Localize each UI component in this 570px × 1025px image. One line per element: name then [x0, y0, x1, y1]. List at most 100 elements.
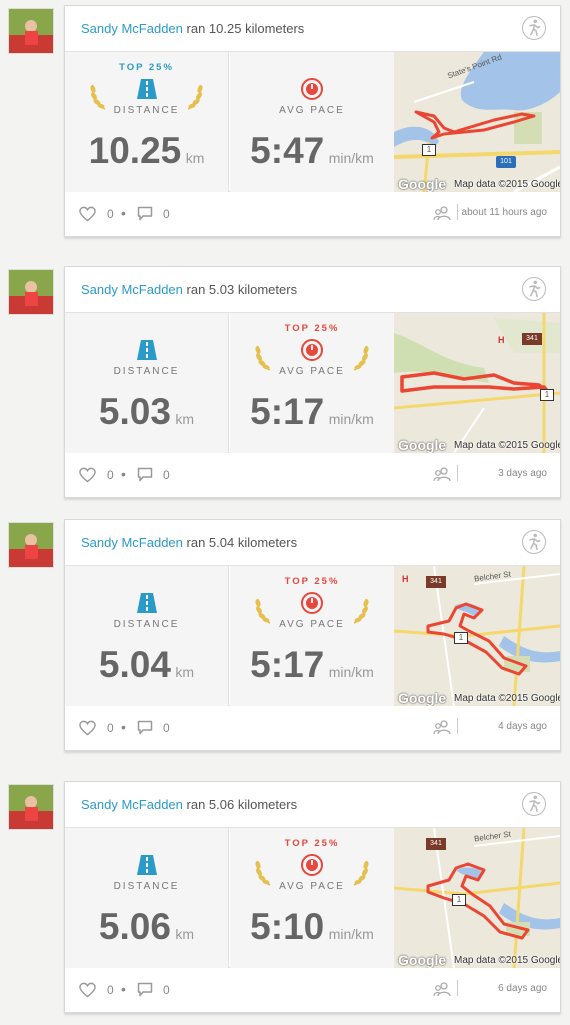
distance-value: 10.25 km: [88, 130, 205, 171]
user-link[interactable]: Sandy McFadden: [81, 797, 183, 812]
divider: [457, 980, 458, 996]
user-link[interactable]: Sandy McFadden: [81, 535, 183, 550]
group-icon: [433, 466, 451, 482]
distance-value: 5.04 km: [98, 644, 195, 685]
activity-summary: ran 5.06 kilometers: [186, 797, 298, 812]
comment-icon[interactable]: [137, 720, 153, 735]
avatar-photo: [9, 523, 53, 567]
separator-dot: •: [121, 466, 126, 482]
pace-value: 5:47 min/km: [250, 130, 374, 171]
card-header: Sandy McFadden ran 5.06 kilometers: [65, 782, 560, 828]
distance-stat: DISTANCE 5.04 km: [65, 566, 229, 706]
pace-stat: AVG PACE 5:47 min/km: [230, 52, 394, 192]
road-icon: [135, 77, 159, 101]
feed-item: Sandy McFadden ran 10.25 kilometers TOP …: [0, 5, 570, 245]
divider: [457, 204, 458, 220]
avatar[interactable]: [8, 784, 54, 830]
activity-summary: ran 10.25 kilometers: [186, 21, 305, 36]
run-icon[interactable]: [522, 16, 546, 40]
pace-stat: TOP 25% AVG PACE 5:10 min/km: [230, 828, 394, 968]
likes-count: 0: [107, 207, 114, 221]
avatar[interactable]: [8, 269, 54, 315]
activity-summary: ran 5.04 kilometers: [186, 535, 298, 550]
comments-count: 0: [163, 468, 170, 482]
pace-value: 5:17 min/km: [250, 391, 374, 432]
road-icon: [135, 591, 159, 615]
activity-card: Sandy McFadden ran 5.04 kilometers DISTA…: [64, 519, 561, 751]
heart-icon[interactable]: [79, 720, 96, 736]
run-icon[interactable]: [522, 792, 546, 816]
speedometer-icon: [300, 591, 324, 615]
hospital-icon: H: [402, 574, 409, 584]
comment-icon[interactable]: [137, 206, 153, 221]
pace-value: 5:10 min/km: [250, 906, 374, 947]
run-icon[interactable]: [522, 277, 546, 301]
group-icon: [433, 981, 451, 997]
route-map[interactable]: State's Point Rd 1 101 Google Map data ©…: [394, 52, 560, 192]
route-map[interactable]: Belcher St 341 1 Google Map data ©2015 G…: [394, 828, 560, 968]
map-credit: Map data ©2015 Google: [454, 179, 560, 190]
card-footer: 0 • 0 4 days ago: [65, 706, 560, 750]
speedometer-icon: [300, 338, 324, 362]
user-link[interactable]: Sandy McFadden: [81, 282, 183, 297]
distance-label: DISTANCE: [113, 881, 180, 892]
stats-row: DISTANCE 5.03 km TOP 25% AVG PACE 5:17 m…: [65, 313, 560, 453]
map-credit: Map data ©2015 Google: [454, 440, 560, 451]
map-shield-2: 1: [452, 894, 466, 906]
card-footer: 0 • 0 about 11 hours ago: [65, 192, 560, 236]
route-map[interactable]: H 341 1 Google Map data ©2015 Google: [394, 313, 560, 453]
card-header: Sandy McFadden ran 5.03 kilometers: [65, 267, 560, 313]
distance-rank: TOP 25%: [119, 62, 174, 73]
group-icon: [433, 719, 451, 735]
map-shield-2: 1: [454, 632, 468, 644]
speedometer-icon: [300, 77, 324, 101]
google-logo: Google: [398, 690, 447, 706]
avatar[interactable]: [8, 522, 54, 568]
timestamp: 6 days ago: [498, 983, 547, 994]
map-shield-1: 341: [522, 333, 542, 345]
card-header: Sandy McFadden ran 5.04 kilometers: [65, 520, 560, 566]
pace-stat: TOP 25% AVG PACE 5:17 min/km: [230, 313, 394, 453]
activity-title: Sandy McFadden ran 5.06 kilometers: [81, 797, 297, 812]
heart-icon[interactable]: [79, 467, 96, 483]
activity-title: Sandy McFadden ran 5.03 kilometers: [81, 282, 297, 297]
distance-stat: TOP 25% DISTANCE 10.25 km: [65, 52, 229, 192]
comment-icon[interactable]: [137, 982, 153, 997]
divider: [457, 718, 458, 734]
distance-stat: DISTANCE 5.03 km: [65, 313, 229, 453]
hospital-icon: H: [498, 335, 505, 345]
comment-icon[interactable]: [137, 467, 153, 482]
route-map[interactable]: Belcher St H 341 1 Google Map data ©2015…: [394, 566, 560, 706]
pace-value: 5:17 min/km: [250, 644, 374, 685]
heart-icon[interactable]: [79, 206, 96, 222]
comments-count: 0: [163, 983, 170, 997]
road-icon: [135, 338, 159, 362]
map-image: [394, 828, 560, 968]
road-icon: [135, 853, 159, 877]
heart-icon[interactable]: [79, 982, 96, 998]
divider: [457, 465, 458, 481]
distance-label: DISTANCE: [113, 366, 180, 377]
map-shield-1: 341: [426, 838, 446, 850]
map-image: [394, 52, 560, 192]
pace-stat: TOP 25% AVG PACE 5:17 min/km: [230, 566, 394, 706]
pace-label: AVG PACE: [279, 105, 345, 116]
avatar[interactable]: [8, 8, 54, 54]
separator-dot: •: [121, 981, 126, 997]
distance-value: 5.06 km: [98, 906, 195, 947]
pace-label: AVG PACE: [279, 881, 345, 892]
map-shield-1: 341: [426, 576, 446, 588]
avatar-photo: [9, 785, 53, 829]
activity-summary: ran 5.03 kilometers: [186, 282, 298, 297]
user-link[interactable]: Sandy McFadden: [81, 21, 183, 36]
pace-rank: TOP 25%: [284, 576, 340, 587]
timestamp: 4 days ago: [498, 721, 547, 732]
pace-label: AVG PACE: [279, 366, 345, 377]
stats-row: DISTANCE 5.06 km TOP 25% AVG PACE 5:10 m…: [65, 828, 560, 968]
google-logo: Google: [398, 176, 447, 192]
stats-row: TOP 25% DISTANCE 10.25 km AVG PACE 5:47 …: [65, 52, 560, 192]
run-icon[interactable]: [522, 530, 546, 554]
pace-label: AVG PACE: [279, 619, 345, 630]
timestamp: about 11 hours ago: [461, 207, 547, 218]
activity-title: Sandy McFadden ran 10.25 kilometers: [81, 21, 304, 36]
